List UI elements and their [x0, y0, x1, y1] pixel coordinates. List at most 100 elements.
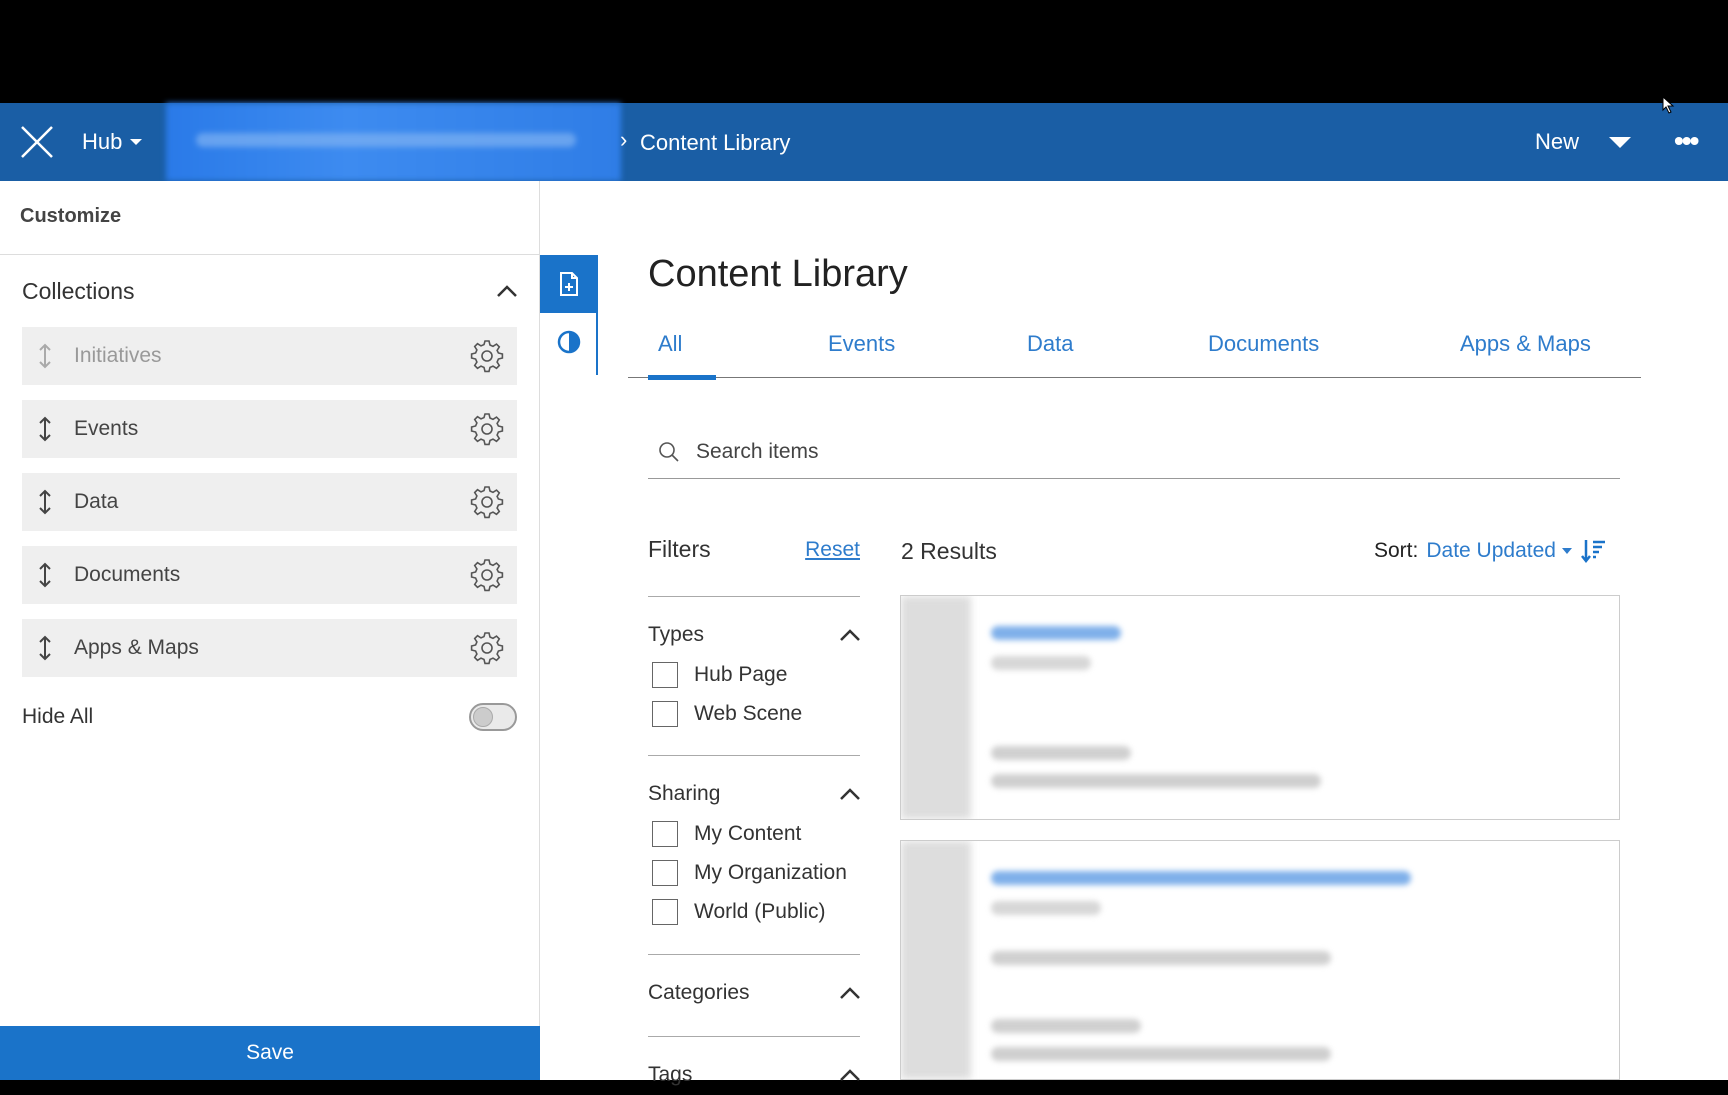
- checkbox[interactable]: [652, 859, 678, 886]
- reset-filters-link[interactable]: Reset: [805, 538, 860, 562]
- filter-option-web-scene[interactable]: Web Scene: [648, 694, 860, 733]
- hub-menu-label: Hub: [82, 129, 123, 154]
- drag-handle-icon[interactable]: [36, 635, 54, 661]
- collection-item-data[interactable]: Data: [22, 473, 517, 531]
- filter-section-title: Categories: [648, 981, 750, 1004]
- sort-descending-icon[interactable]: [1580, 538, 1606, 564]
- checkbox[interactable]: [652, 700, 678, 727]
- content-tabs: All Events Data Documents Apps & Maps: [628, 321, 1641, 380]
- filter-option-label: My Organization: [694, 860, 847, 884]
- collection-label: Events: [74, 417, 139, 440]
- gear-icon[interactable]: [469, 338, 505, 374]
- sort-dropdown[interactable]: Date Updated: [1426, 539, 1572, 563]
- panel-title: Customize: [0, 181, 539, 255]
- drag-handle-icon[interactable]: [36, 562, 54, 588]
- hide-all-toggle[interactable]: [469, 703, 517, 731]
- tab-apps-maps[interactable]: Apps & Maps: [1460, 331, 1591, 357]
- filter-section-header[interactable]: Tags: [648, 1055, 860, 1095]
- mouse-cursor-icon: [1662, 96, 1675, 114]
- chevron-up-icon[interactable]: [840, 629, 860, 641]
- theme-tool[interactable]: [540, 313, 598, 371]
- filter-section-header[interactable]: Sharing: [648, 774, 860, 814]
- tab-events[interactable]: Events: [828, 331, 895, 357]
- collection-item-events[interactable]: Events: [22, 400, 517, 458]
- collections-section-header[interactable]: Collections: [0, 255, 539, 327]
- search-input[interactable]: [696, 439, 1596, 464]
- contrast-icon: [557, 330, 581, 354]
- checkbox[interactable]: [652, 820, 678, 847]
- drag-handle-icon[interactable]: [36, 343, 54, 369]
- top-nav-bar: Hub › Content Library New •••: [0, 103, 1728, 181]
- filter-option-my-organization[interactable]: My Organization: [648, 853, 860, 892]
- gear-icon[interactable]: [469, 484, 505, 520]
- add-document-icon: [560, 272, 578, 296]
- sort-value: Date Updated: [1426, 539, 1556, 562]
- filter-section-title: Types: [648, 623, 705, 646]
- filter-section-categories: Categories: [648, 954, 860, 1013]
- collection-item-initiatives[interactable]: Initiatives: [22, 327, 517, 385]
- hide-all-label: Hide All: [22, 705, 94, 728]
- content-library-page: Content Library All Events Data Document…: [540, 181, 1728, 1086]
- drag-handle-icon[interactable]: [36, 489, 54, 515]
- customize-panel: Customize Collections Initiatives Events…: [0, 181, 540, 1080]
- hide-all-row: Hide All: [0, 692, 539, 742]
- sort-label: Sort:: [1374, 539, 1419, 562]
- collections-title: Collections: [22, 277, 135, 304]
- collection-label: Data: [74, 490, 119, 513]
- filters-title: Filters: [648, 536, 711, 562]
- filter-section-tags: Tags: [648, 1036, 860, 1095]
- breadcrumb-separator-icon: ›: [620, 127, 628, 152]
- filter-section-types: Types Hub Page Web Scene: [648, 596, 860, 733]
- search-icon: [659, 441, 679, 462]
- caret-down-icon: [130, 139, 143, 145]
- chevron-up-icon[interactable]: [840, 987, 860, 999]
- filters-header: Filters Reset: [648, 536, 860, 563]
- drag-handle-icon[interactable]: [36, 416, 54, 442]
- chevron-up-icon[interactable]: [840, 788, 860, 800]
- filter-option-label: Hub Page: [694, 662, 788, 686]
- breadcrumb-current: Content Library: [640, 130, 791, 155]
- screen-letterbox: [0, 0, 1728, 103]
- filter-section-header[interactable]: Types: [648, 615, 860, 655]
- filter-section-header[interactable]: Categories: [648, 973, 860, 1013]
- filter-option-label: World (Public): [694, 899, 826, 923]
- collections-list: Initiatives Events Data Documents Apps &…: [0, 327, 539, 677]
- gear-icon[interactable]: [469, 630, 505, 666]
- page-title: Content Library: [648, 253, 908, 295]
- result-card[interactable]: [900, 840, 1620, 1080]
- save-button[interactable]: Save: [0, 1026, 540, 1080]
- more-options-icon[interactable]: •••: [1674, 125, 1699, 157]
- layout-tool-rail: [540, 255, 598, 375]
- filter-section-title: Sharing: [648, 782, 721, 805]
- tab-documents[interactable]: Documents: [1208, 331, 1319, 357]
- tab-all[interactable]: All: [658, 331, 682, 357]
- gear-icon[interactable]: [469, 557, 505, 593]
- active-tab-indicator: [648, 375, 716, 380]
- chevron-up-icon[interactable]: [497, 285, 517, 297]
- result-card[interactable]: [900, 595, 1620, 820]
- gear-icon[interactable]: [469, 411, 505, 447]
- add-page-tool[interactable]: [540, 255, 598, 313]
- new-dropdown-button[interactable]: New: [1535, 129, 1632, 155]
- results-count: 2 Results: [901, 538, 997, 564]
- collection-item-documents[interactable]: Documents: [22, 546, 517, 604]
- filter-section-title: Tags: [648, 1063, 693, 1086]
- filter-option-hub-page[interactable]: Hub Page: [648, 655, 860, 694]
- close-icon[interactable]: [18, 123, 56, 161]
- filter-section-sharing: Sharing My Content My Organization World…: [648, 755, 860, 931]
- search-bar: [648, 425, 1620, 479]
- filter-option-label: My Content: [694, 821, 802, 845]
- chevron-up-icon[interactable]: [840, 1069, 860, 1081]
- filter-option-world-public[interactable]: World (Public): [648, 892, 860, 931]
- hub-menu-button[interactable]: Hub: [82, 129, 143, 155]
- caret-down-icon: [1609, 136, 1632, 148]
- filter-option-my-content[interactable]: My Content: [648, 814, 860, 853]
- collection-label: Apps & Maps: [74, 636, 199, 659]
- breadcrumb-site-link[interactable]: [166, 103, 621, 181]
- new-label: New: [1535, 129, 1580, 154]
- tab-data[interactable]: Data: [1027, 331, 1073, 357]
- filter-option-label: Web Scene: [694, 701, 803, 725]
- checkbox[interactable]: [652, 898, 678, 925]
- collection-item-apps-maps[interactable]: Apps & Maps: [22, 619, 517, 677]
- checkbox[interactable]: [652, 661, 678, 688]
